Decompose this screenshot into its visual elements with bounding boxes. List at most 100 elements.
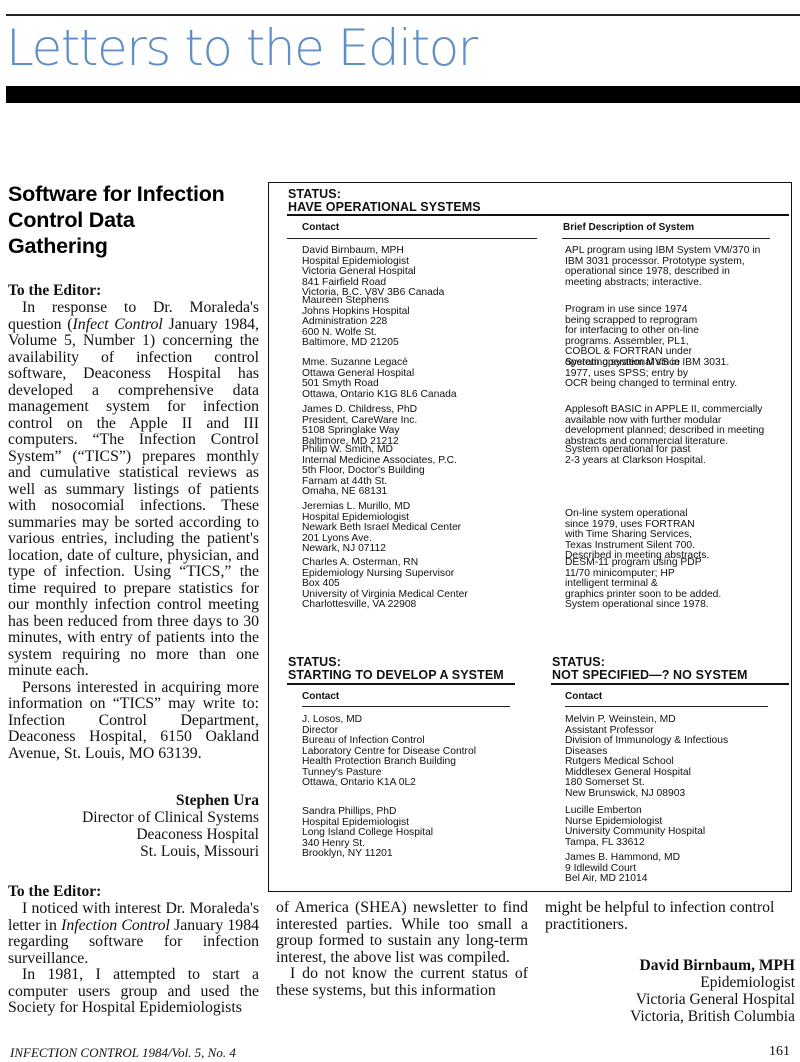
contact-line: Brooklyn, NY 11201 [302, 848, 393, 859]
contact-line: New Brunswick, NJ 08903 [565, 787, 686, 799]
description-line: for interfacing to other on-line [565, 325, 699, 336]
contact-line: 5th Floor, Doctor's Building [302, 465, 425, 476]
status-title: HAVE OPERATIONAL SYSTEMS [288, 200, 481, 214]
letter-2-paragraph-1: I noticed with interest Dr. Moraleda's l… [8, 900, 259, 967]
description-line: DESM-11 program using PDP [565, 557, 702, 568]
contact-entry: James D. Childress, PhD President, CareWa… [302, 404, 418, 447]
description-line: APL program using IBM System VM/370 in [565, 245, 761, 256]
letter-1-paragraph-1: In response to Dr. Moraleda's question (… [8, 299, 259, 680]
system-description: System operational for past 2-3 years at … [565, 444, 706, 466]
contact-entry: Melvin P. Weinstein, MD Assistant Profess… [565, 714, 729, 799]
contact-line: Lucille Emberton [565, 805, 642, 816]
column-header-contact: Contact [302, 222, 340, 233]
system-description: System operational since 1977, uses SPSS;… [565, 357, 738, 390]
contact-line: 180 Somerset St. [565, 777, 645, 788]
contact-line: Jeremias L. Murillo, MD [302, 501, 411, 512]
contact-line: James D. Childress, PhD [302, 404, 418, 415]
description-line: OCR being changed to terminal entry. [565, 378, 738, 389]
column-rule [287, 238, 537, 239]
text-run: January 1984, Volume 5, Number 1) concer… [8, 315, 259, 679]
contact-entry: Jeremias L. Murillo, MD Hospital Epidemio… [302, 501, 461, 555]
contact-line: Tampa, FL 33612 [565, 836, 645, 848]
contact-line: Box 405 [302, 578, 340, 589]
contact-line: Maureen Stephens [302, 295, 390, 306]
section-masthead: Letters to the Editor [6, 19, 478, 77]
contact-entry: Lucille Emberton Nurse Epidemiologist Univ… [565, 805, 706, 848]
system-description: On-line system operational since 1979, us… [565, 508, 709, 562]
letter-2-paragraph-3-cont: might be helpful to infection control pr… [545, 899, 775, 933]
contact-entry: Mme. Suzanne Legacé Ottawa General Hospit… [302, 357, 457, 400]
masthead-bar [6, 86, 800, 103]
column-header-description: Brief Description of System [563, 222, 695, 233]
system-description: DESM-11 program using PDP 11/70 minicompu… [565, 557, 721, 611]
status-title: NOT SPECIFIED—? NO SYSTEM [552, 668, 748, 682]
status-rule [287, 683, 515, 685]
contact-line: 5108 Springlake Way [302, 425, 400, 436]
description-line: COBOL & FORTRAN under [565, 346, 693, 357]
description-line: meeting abstracts; interactive. [565, 276, 702, 288]
contact-line: Charles A. Osterman, RN [302, 557, 419, 568]
contact-line: University Community Hospital [565, 826, 706, 837]
letter-1-signature: Stephen Ura Director of Clinical Systems… [8, 792, 259, 860]
letter-1-body: In response to Dr. Moraleda's question (… [8, 299, 259, 762]
system-description: Applesoft BASIC in APPLE II, commerciall… [565, 404, 765, 447]
contact-line: Baltimore, MD 21205 [302, 337, 399, 348]
contact-line: Philip W. Smith, MD [302, 444, 393, 455]
description-line: Program in use since 1974 [565, 304, 688, 315]
signature-name: David Birnbaum, MPH [639, 957, 795, 974]
contact-entry: David Birnbaum, MPH Hospital Epidemiologi… [302, 245, 444, 299]
contact-line: Omaha, NE 68131 [302, 486, 388, 497]
status-rule [551, 683, 789, 685]
contact-line: Administration 228 [302, 316, 388, 327]
letter-2-signature: David Birnbaum, MPH Epidemiologist Victo… [545, 957, 795, 1025]
column-rule [562, 238, 770, 239]
status-rule [287, 214, 789, 216]
status-heading-operational: STATUS: HAVE OPERATIONAL SYSTEMS [288, 188, 481, 214]
article-title: Software for Infection Control Data Gath… [8, 181, 259, 259]
letter-1: Software for Infection Control Data Gath… [8, 181, 259, 860]
contact-line: James B. Hammond, MD [565, 852, 681, 863]
contact-line: Mme. Suzanne Legacé [302, 357, 408, 368]
contact-line: David Birnbaum, MPH [302, 245, 404, 256]
column-rule [565, 706, 768, 707]
journal-footer: INFECTION CONTROL 1984/Vol. 5, No. 4 [10, 1045, 236, 1060]
letter-2-column-1: To the Editor: I noticed with interest D… [8, 883, 259, 1017]
description-line: System operational for past [565, 444, 691, 455]
article-title-line: Software for Infection [8, 182, 225, 206]
column-header-contact: Contact [302, 691, 340, 702]
contact-line: Division of Immunology & Infectious [565, 735, 729, 746]
description-line: operational since 1978, described in [565, 266, 730, 277]
journal-title-italic: Infect Control [72, 315, 163, 333]
signature-line: Victoria, British Columbia [630, 1008, 795, 1025]
status-title: STARTING TO DEVELOP A SYSTEM [288, 668, 504, 682]
contact-line: Melvin P. Weinstein, MD [565, 714, 676, 725]
signature-line: Director of Clinical Systems [82, 809, 259, 826]
signature-line: Victoria General Hospital [635, 991, 795, 1008]
description-line: with Time Sharing Services, [565, 529, 693, 540]
page-number: 161 [769, 1044, 790, 1059]
contact-line: 501 Smyth Road [302, 378, 379, 389]
top-rule [6, 14, 800, 16]
description-line: development planned; described in meetin… [565, 425, 765, 436]
article-title-line: Control Data [8, 208, 135, 232]
contact-line: Ottawa, Ontario K1G 8L6 Canada [302, 388, 457, 400]
signature-line: Epidemiologist [700, 974, 795, 991]
description-line: On-line system operational [565, 508, 688, 519]
description-line: 2-3 years at Clarkson Hospital. [565, 454, 706, 466]
letter-2-paragraph-3: I do not know the current status of thes… [276, 965, 528, 999]
column-header-contact: Contact [565, 691, 603, 702]
description-line: intelligent terminal & [565, 578, 658, 589]
contact-entry: Philip W. Smith, MD Internal Medicine Ass… [302, 444, 457, 498]
contact-line: J. Losos, MD [302, 714, 363, 725]
contact-entry: J. Losos, MD Director Bureau of Infection … [302, 714, 476, 789]
contact-line: Charlottesville, VA 22908 [302, 599, 417, 610]
description-line: Applesoft BASIC in APPLE II, commerciall… [565, 404, 763, 415]
contact-line: Rutgers Medical School [565, 756, 674, 767]
contact-entry: Charles A. Osterman, RN Epidemiology Nurs… [302, 557, 468, 611]
description-line: System operational since [565, 357, 681, 368]
signature-line: St. Louis, Missouri [140, 843, 259, 860]
letter-1-salutation: To the Editor: [8, 282, 102, 299]
status-heading-developing: STATUS: STARTING TO DEVELOP A SYSTEM [288, 656, 504, 682]
contact-line: Newark, NJ 07112 [302, 543, 386, 554]
contact-line: Long Island College Hospital [302, 827, 434, 838]
